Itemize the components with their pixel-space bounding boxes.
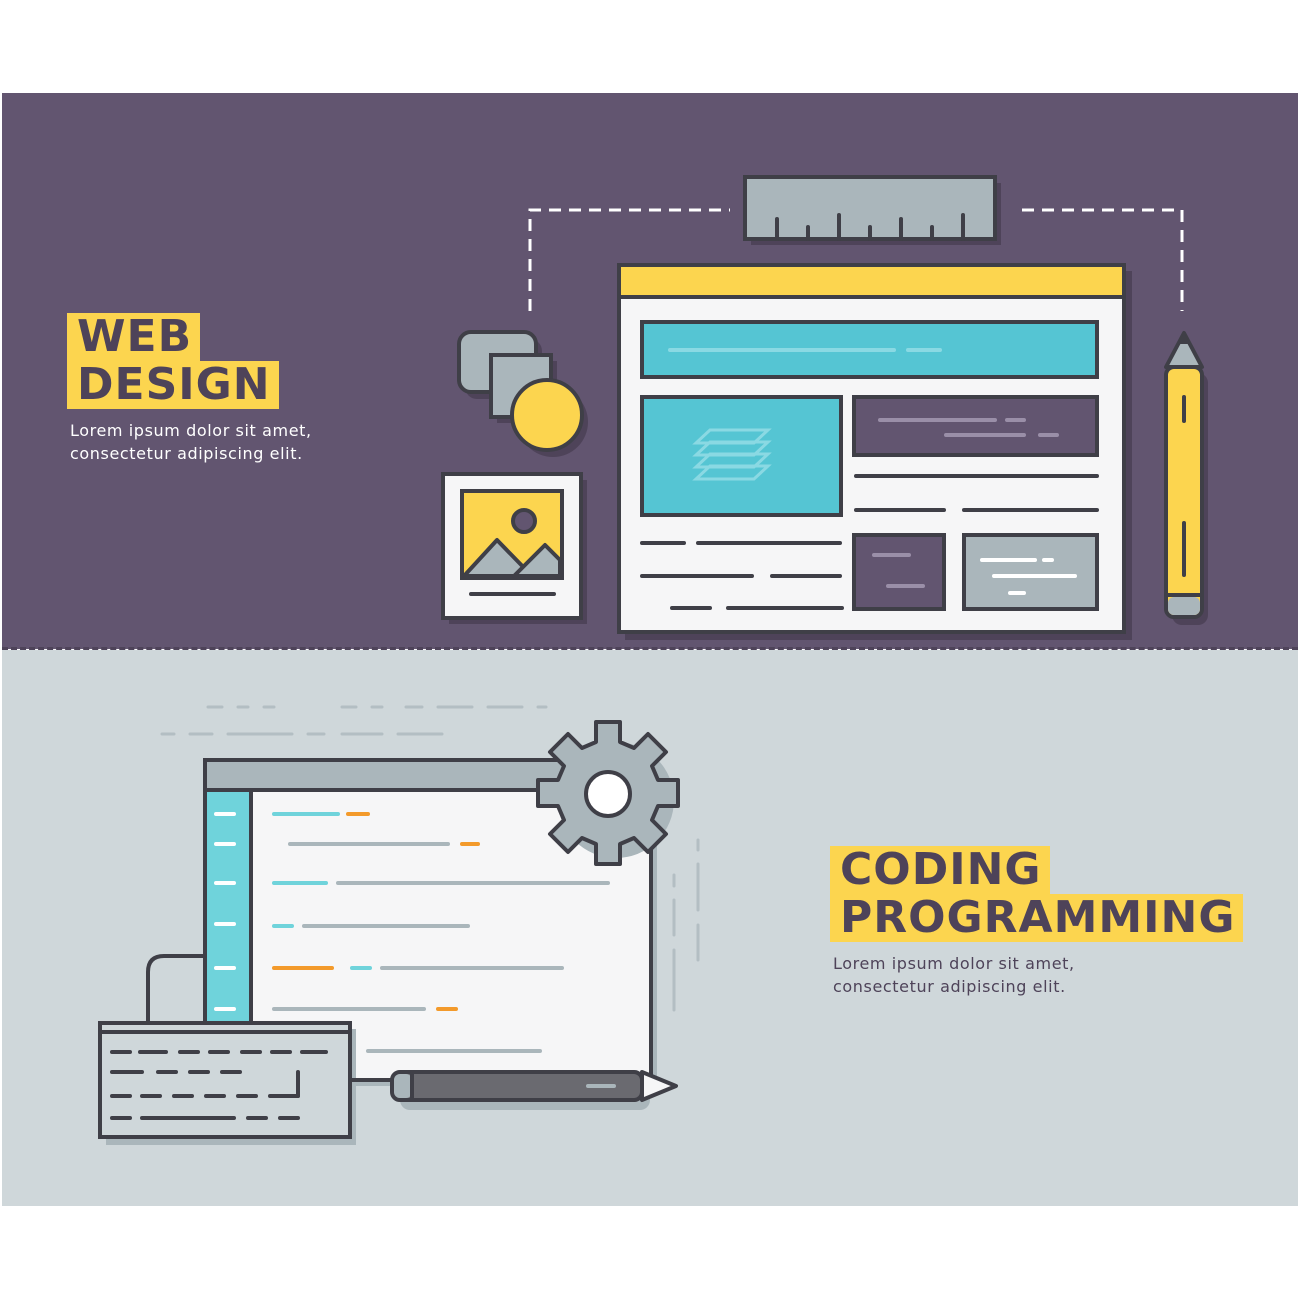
web-design-banner: WEB DESIGN Lorem ipsum dolor sit amet, c… [2,93,1298,649]
coding-title: CODING PROGRAMMING [830,846,1244,942]
title-line-2: DESIGN [67,361,279,409]
web-design-subtitle: Lorem ipsum dolor sit amet, consectetur … [70,419,312,465]
subtitle-line-1: Lorem ipsum dolor sit amet, [70,421,312,440]
keyboard-icon [98,1021,356,1145]
keyboard-cable [146,954,207,1022]
web-design-title: WEB DESIGN [67,313,312,409]
subtitle-line-1: Lorem ipsum dolor sit amet, [833,954,1075,973]
subtitle-line-2: consectetur adipiscing elit. [70,444,303,463]
title-line-1: WEB [67,313,201,361]
shapes-icon [457,330,588,457]
pen-icon [390,1070,678,1110]
ruler-icon [743,175,1001,245]
title-line-1: CODING [830,846,1050,894]
browser-wireframe-icon [617,263,1132,640]
image-icon [441,472,587,624]
coding-subtitle: Lorem ipsum dolor sit amet, consectetur … [833,952,1243,998]
pencil-icon [1164,331,1208,625]
subtitle-line-2: consectetur adipiscing elit. [833,977,1066,996]
coding-banner: CODING PROGRAMMING Lorem ipsum dolor sit… [2,650,1298,1206]
web-design-text: WEB DESIGN Lorem ipsum dolor sit amet, c… [67,313,312,465]
coding-text: CODING PROGRAMMING Lorem ipsum dolor sit… [830,846,1244,998]
title-line-2: PROGRAMMING [830,894,1244,942]
gear-icon [536,720,680,866]
